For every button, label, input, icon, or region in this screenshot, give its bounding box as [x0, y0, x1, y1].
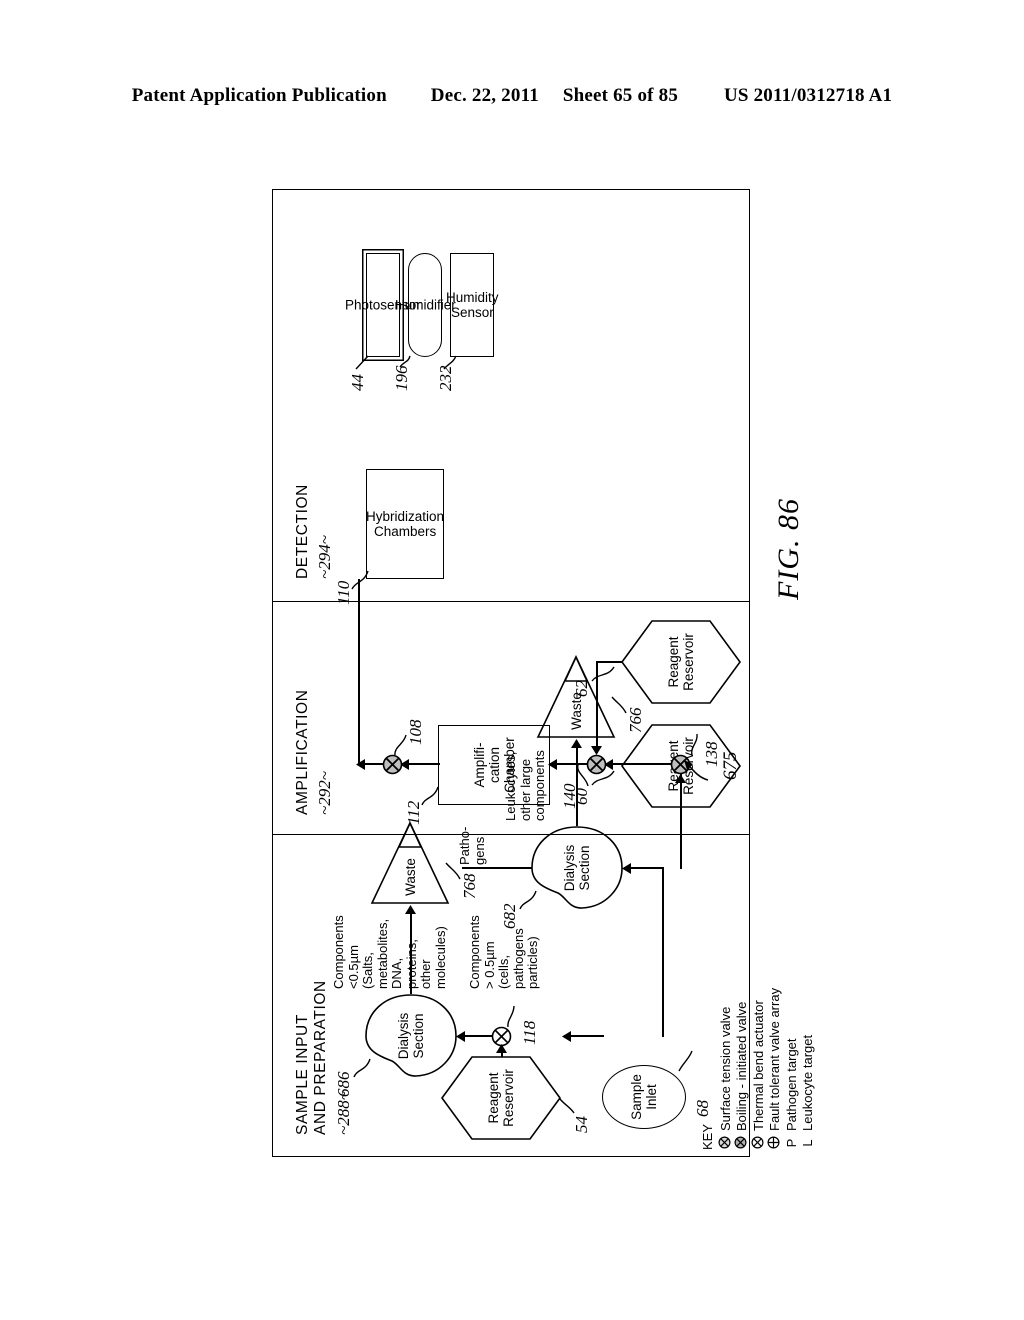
node-reagent-reservoir-54-label: Reagent Reservoir: [486, 1069, 516, 1127]
conn-res62-to-v140: [596, 663, 598, 753]
figure-canvas: SAMPLE INPUT AND PREPARATION ~288~ AMPLI…: [272, 187, 752, 1157]
node-amplification-chamber: Amplifi- cation Chamber: [438, 725, 550, 805]
key-row-1: Boiling - initiated valve: [734, 920, 751, 1150]
key-row-0: Surface tension valve: [718, 920, 735, 1150]
header-date: Dec. 22, 2011: [430, 85, 539, 106]
section-ref-294: ~294~: [315, 535, 334, 579]
ref-62: 62: [572, 680, 591, 697]
key-rows: Surface tension valve Boiling - initiated…: [718, 920, 817, 1150]
node-humidifier: Humidifier: [395, 253, 455, 357]
ref-54: 54: [572, 1116, 591, 1133]
conn-res62-riser: [596, 661, 622, 663]
leader-138: [690, 733, 698, 756]
node-hybridization-chambers-label: Hybridization Chambers: [365, 509, 445, 539]
figure-ref-675: 675: [720, 751, 741, 781]
key-label-0: Surface tension valve: [717, 1006, 733, 1131]
key-label-4: Pathogen target: [783, 1038, 799, 1131]
leader-54: [559, 1098, 575, 1114]
key-row-2: Thermal bend actuator: [751, 920, 768, 1150]
key-symbol-letter-5: L: [800, 1139, 815, 1147]
flow-note-small-components: Components <0.5µm (Salts, metabolites, D…: [331, 915, 448, 989]
header-patent-number: US 2011/0312718 A1: [723, 85, 893, 106]
key-symbol-circle-x-hatched-icon: [717, 1136, 731, 1150]
key-legend: KEY Surface tension valve Boiling - initi…: [700, 920, 817, 1150]
node-waste-768: Waste: [370, 821, 450, 905]
leader-232: [443, 355, 457, 370]
node-sample-inlet: Sample Inlet: [602, 1065, 686, 1129]
key-symbol-circle-plus-icon: [767, 1136, 780, 1150]
arrow-res54-to-v118: [496, 1044, 507, 1053]
ref-682: 682: [500, 903, 519, 930]
key-row-3: Fault tolerant valve array: [767, 920, 784, 1150]
node-waste-768-label: Waste: [402, 858, 418, 896]
key-label-2: Thermal bend actuator: [750, 1000, 766, 1131]
key-symbol-circle-x-open-icon: [750, 1136, 764, 1150]
key-label-1: Boiling - initiated valve: [734, 1001, 749, 1131]
flow-note-pathogens: Patho- gens: [457, 826, 487, 865]
leader-686: [353, 1058, 371, 1078]
conn-686-to-682-h: [662, 868, 664, 1037]
leader-682: [519, 890, 537, 910]
figure-label: FIG. 86: [772, 498, 805, 600]
header-sheet: Sheet 65 of 85: [562, 85, 679, 106]
leader-112: [421, 786, 439, 806]
conn-to-hybridization-h: [358, 579, 360, 765]
node-dialysis-section-682: Dialysis Section: [530, 825, 624, 911]
key-symbol-circle-x-filled-icon: [734, 1136, 747, 1150]
node-dialysis-section-686: Dialysis Section: [364, 993, 458, 1079]
arrow-682-to-waste766: [571, 739, 582, 748]
node-hybridization-chambers: Hybridization Chambers: [366, 469, 444, 579]
section-title-amplification: AMPLIFICATION: [294, 689, 311, 816]
leader-44: [355, 355, 369, 370]
conn-pathogens-trunk: [680, 773, 682, 869]
ref-196: 196: [392, 365, 411, 392]
page-header: Patent Application Publication Dec. 22, …: [0, 85, 1024, 107]
node-reagent-reservoir-62-label: Reagent Reservoir: [666, 633, 696, 691]
leader-62: [591, 666, 615, 682]
conn-682-pathogens-up: [462, 867, 532, 869]
key-row-4: P Pathogen target: [784, 920, 801, 1150]
key-title: KEY: [700, 1123, 715, 1150]
key-label-3: Fault tolerant valve array: [767, 987, 782, 1131]
conn-v138-to-v140: [606, 763, 672, 765]
leader-110: [351, 570, 369, 590]
node-reagent-reservoir-62: Reagent Reservoir: [620, 619, 742, 705]
leader-140: [577, 764, 589, 787]
node-humidity-sensor: Humidity Sensor: [446, 253, 498, 357]
figure-ref-675-arrow: [684, 760, 709, 781]
section-title-sample-input: SAMPLE INPUT AND PREPARATION: [294, 980, 329, 1135]
section-divider-1: [272, 834, 750, 835]
leader-108: [394, 734, 407, 756]
valve-108: [382, 754, 403, 775]
section-title-detection: DETECTION: [294, 484, 311, 579]
leader-196: [399, 355, 411, 368]
key-symbol-letter-4: P: [783, 1138, 799, 1148]
arrow-res62-to-v140: [591, 746, 602, 755]
section-ref-288: ~288~: [334, 1091, 353, 1135]
key-row-5: L Leukocyte target: [800, 920, 817, 1150]
header-publication: Patent Application Publication: [131, 85, 387, 106]
arrow-686-to-682: [622, 863, 631, 874]
node-dialysis-682-label: Dialysis Section: [562, 844, 592, 892]
node-dialysis-686-label: Dialysis Section: [396, 1012, 426, 1060]
key-label-5: Leukocyte target: [800, 1034, 815, 1131]
leader-118: [507, 1005, 515, 1028]
ref-44: 44: [348, 374, 367, 391]
section-ref-292: ~292~: [315, 771, 334, 815]
leader-68: [678, 1050, 693, 1072]
arrow-inlet-to-v118: [562, 1031, 571, 1042]
node-humidity-sensor-label: Humidity Sensor: [445, 290, 499, 320]
ref-686: 686: [334, 1071, 353, 1098]
node-reagent-reservoir-54: Reagent Reservoir: [440, 1055, 562, 1141]
